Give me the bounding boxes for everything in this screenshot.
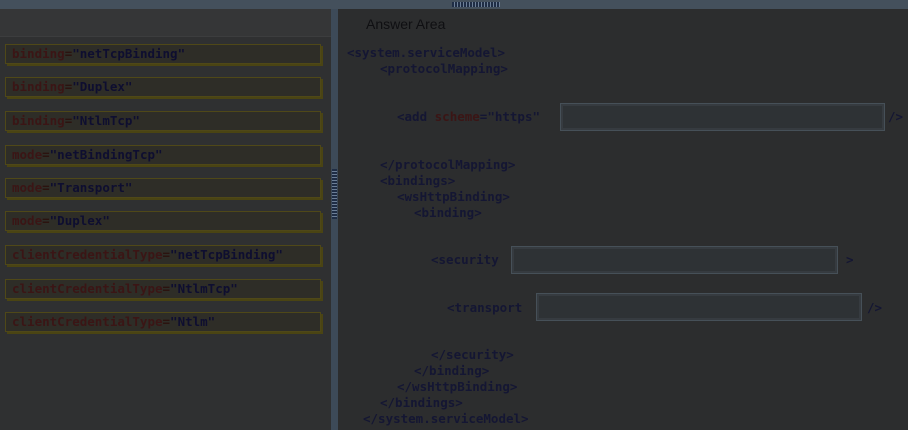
- drop-zone-transport[interactable]: [536, 293, 862, 321]
- option-mode-netbindingtcp[interactable]: mode="netBindingTcp": [5, 145, 321, 165]
- options-panel: binding="netTcpBinding" binding="Duplex"…: [0, 9, 331, 430]
- option-attr: clientCredentialType: [12, 247, 163, 262]
- code-scheme-value: ="https": [479, 109, 541, 124]
- panel-splitter[interactable]: [331, 9, 338, 430]
- option-credential-nettcpbinding[interactable]: clientCredentialType="netTcpBinding": [5, 245, 321, 265]
- option-attr: binding: [12, 46, 65, 61]
- code-add-open: <add: [397, 109, 435, 124]
- option-mode-duplex[interactable]: mode="Duplex": [5, 211, 321, 231]
- option-attr: mode: [12, 180, 43, 195]
- code-line: </system.serviceModel>: [363, 411, 529, 426]
- code-line: <bindings>: [380, 173, 456, 188]
- option-value: "NtlmTcp": [170, 281, 238, 296]
- top-resize-bar[interactable]: [0, 0, 908, 9]
- code-line: <binding>: [414, 205, 482, 220]
- option-value: "Ntlm": [170, 314, 216, 329]
- option-binding-ntlmtcp[interactable]: binding="NtlmTcp": [5, 111, 321, 131]
- code-add-line: <add scheme="https": [397, 109, 540, 124]
- options-header: [0, 9, 331, 37]
- option-value: "Transport": [49, 180, 133, 195]
- option-value: "netTcpBinding": [72, 46, 186, 61]
- code-line: <protocolMapping>: [380, 61, 508, 76]
- option-value: "Duplex": [49, 213, 110, 228]
- code-line: </security>: [431, 347, 514, 362]
- drop-zone-add[interactable]: [560, 103, 885, 131]
- option-value: "NtlmTcp": [72, 113, 140, 128]
- code-line: </binding>: [414, 363, 490, 378]
- option-value: "Duplex": [72, 79, 133, 94]
- top-resize-grip[interactable]: [452, 2, 500, 7]
- drop-zone-security[interactable]: [511, 246, 838, 274]
- code-security-close: >: [846, 252, 854, 267]
- code-line: <wsHttpBinding>: [397, 189, 510, 204]
- splitter-grip[interactable]: [332, 169, 337, 219]
- option-binding-nettcpbinding[interactable]: binding="netTcpBinding": [5, 44, 321, 64]
- option-credential-ntlmtcp[interactable]: clientCredentialType="NtlmTcp": [5, 279, 321, 299]
- code-transport-close: />: [867, 300, 883, 315]
- code-line: </wsHttpBinding>: [397, 379, 518, 394]
- option-attr: mode: [12, 147, 43, 162]
- option-attr: clientCredentialType: [12, 281, 163, 296]
- option-value: "netTcpBinding": [170, 247, 283, 262]
- option-credential-ntlm[interactable]: clientCredentialType="Ntlm": [5, 312, 321, 332]
- option-attr: binding: [12, 113, 65, 128]
- answer-area-title: Answer Area: [366, 16, 446, 32]
- code-line: </bindings>: [380, 395, 463, 410]
- code-scheme-attr: scheme: [434, 109, 480, 124]
- code-security-open: <security: [431, 252, 499, 267]
- option-attr: clientCredentialType: [12, 314, 163, 329]
- code-line: </protocolMapping>: [380, 157, 516, 172]
- code-add-close: />: [888, 109, 904, 124]
- option-attr: mode: [12, 213, 43, 228]
- code-transport-open: <transport: [447, 300, 523, 315]
- option-binding-duplex[interactable]: binding="Duplex": [5, 77, 321, 97]
- code-line: <system.serviceModel>: [347, 45, 506, 60]
- option-attr: binding: [12, 79, 65, 94]
- answer-area: Answer Area <system.serviceModel> <proto…: [338, 9, 908, 430]
- option-value: "netBindingTcp": [49, 147, 163, 162]
- option-mode-transport[interactable]: mode="Transport": [5, 178, 321, 198]
